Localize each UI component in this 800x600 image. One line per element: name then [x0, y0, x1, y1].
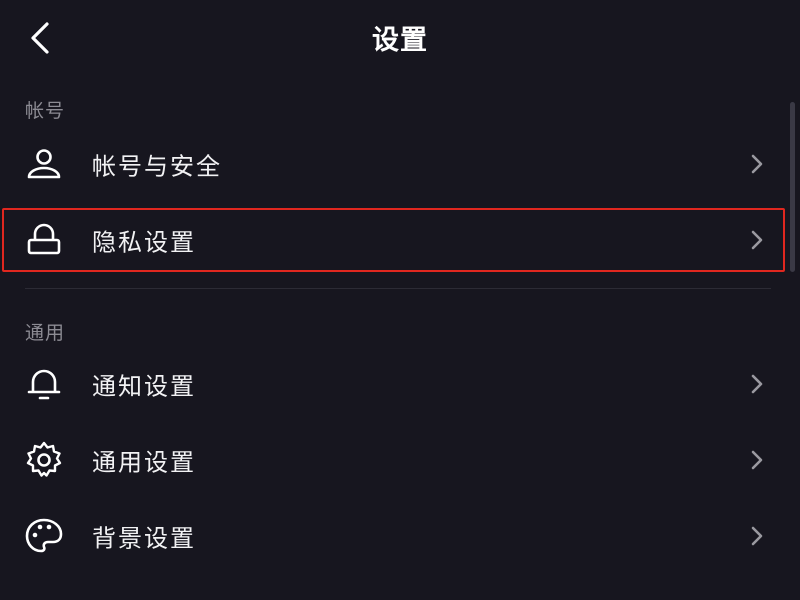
settings-item-general[interactable]: 通用设置	[0, 422, 790, 498]
settings-item-label: 通知设置	[92, 372, 196, 401]
settings-item-label: 隐私设置	[92, 228, 196, 257]
settings-item-background[interactable]: 背景设置	[0, 498, 790, 574]
scrollbar[interactable]	[790, 102, 795, 272]
palette-icon	[24, 516, 64, 556]
page-title: 设置	[372, 25, 428, 56]
user-icon	[24, 144, 64, 184]
settings-item-notifications[interactable]: 通知设置	[0, 346, 790, 422]
chevron-right-icon	[746, 153, 768, 175]
chevron-right-icon	[746, 229, 768, 251]
chevron-right-icon	[746, 525, 768, 547]
bell-icon	[24, 364, 64, 404]
gear-icon	[24, 440, 64, 480]
top-bar: 设置	[0, 0, 800, 78]
settings-item-privacy[interactable]: 隐私设置	[0, 202, 790, 278]
chevron-right-icon	[746, 449, 768, 471]
settings-item-account-security[interactable]: 帐号与安全	[0, 126, 790, 202]
chevron-right-icon	[746, 373, 768, 395]
settings-item-label: 通用设置	[92, 448, 196, 477]
settings-item-label: 帐号与安全	[92, 152, 222, 181]
section-divider	[25, 288, 771, 289]
section-label-account: 帐号	[25, 100, 66, 122]
lock-icon	[24, 220, 64, 260]
section-label-general: 通用	[25, 322, 66, 344]
settings-item-label: 背景设置	[92, 524, 196, 553]
